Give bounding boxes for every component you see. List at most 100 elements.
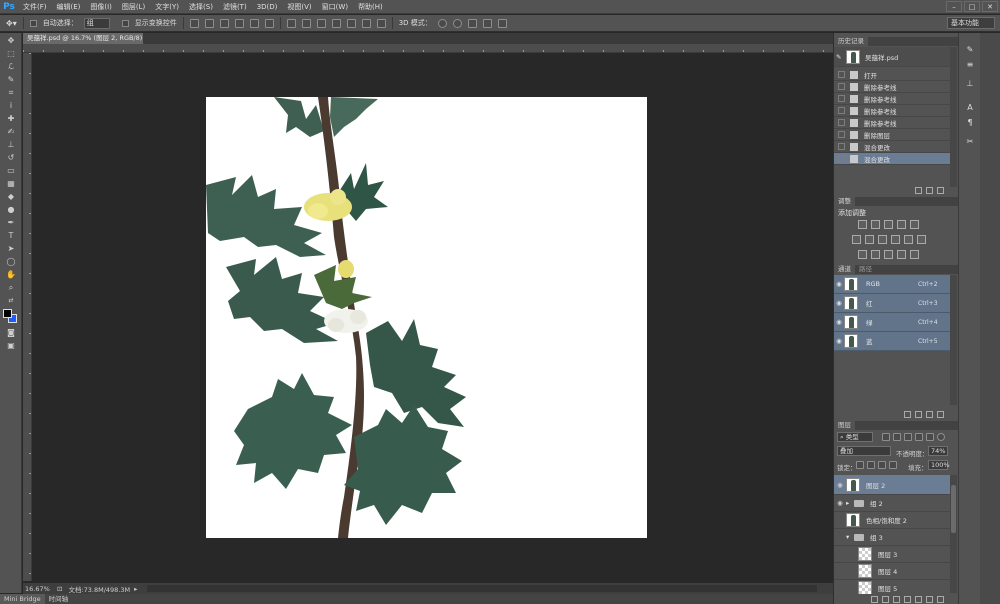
history-brush-tool-icon[interactable]: ↺ xyxy=(5,153,17,163)
move-tool-icon[interactable]: ✥▾ xyxy=(6,19,17,28)
distribute-top-icon[interactable] xyxy=(286,18,296,28)
move-tool-icon[interactable]: ✥ xyxy=(5,36,17,46)
trash-icon[interactable] xyxy=(937,410,944,418)
load-selection-icon[interactable] xyxy=(904,410,911,418)
channel-row-blue[interactable]: ◉ 蓝 Ctrl+5 xyxy=(834,332,950,351)
gradient-map-icon[interactable] xyxy=(897,250,906,259)
tab-timeline[interactable]: 时间轴 xyxy=(45,594,73,604)
filter-toggle-icon[interactable] xyxy=(937,433,945,441)
document-tab[interactable]: 吴蕴祥.psd @ 16.7% (图层 2, RGB/8) * × xyxy=(23,33,143,53)
fx-icon[interactable] xyxy=(882,595,889,603)
3d-drag-icon[interactable] xyxy=(467,18,477,28)
layer-row-group[interactable]: ▾ 组 3 xyxy=(834,529,950,546)
auto-select-dropdown[interactable]: 组 xyxy=(83,17,110,29)
layer-row[interactable]: 图层 3 xyxy=(834,546,950,563)
history-snapshot-row[interactable]: ✎ 吴蕴祥.psd xyxy=(834,47,950,67)
eraser-tool-icon[interactable]: ▭ xyxy=(5,166,17,176)
trash-icon[interactable] xyxy=(937,186,944,194)
eye-icon[interactable]: ◉ xyxy=(834,481,846,489)
healing-brush-tool-icon[interactable]: ✚ xyxy=(5,114,17,124)
hand-tool-icon[interactable]: ✋ xyxy=(5,270,17,280)
close-icon[interactable]: ✕ xyxy=(982,1,998,12)
eye-icon[interactable]: ◉ xyxy=(834,318,844,326)
screen-mode-icon[interactable]: ▣ xyxy=(5,341,17,351)
snapshot-camera-icon[interactable] xyxy=(926,186,933,194)
tool-presets-icon[interactable]: ✂ xyxy=(964,137,976,147)
menu-filter[interactable]: 滤镜(T) xyxy=(218,0,252,14)
history-item[interactable]: 混合更改 xyxy=(834,141,950,153)
filter-adjustment-icon[interactable] xyxy=(893,433,901,441)
tab-adjustments[interactable]: 调整 xyxy=(834,197,855,206)
layer-row-group[interactable]: ◉ ▸ 组 2 xyxy=(834,495,950,512)
zoom-level[interactable]: 16.67% xyxy=(23,585,51,593)
opacity-field[interactable]: 74% xyxy=(928,446,948,456)
align-vcenter-icon[interactable] xyxy=(204,18,214,28)
status-menu-icon[interactable]: ⊡ xyxy=(57,585,62,593)
exposure-icon[interactable] xyxy=(897,220,906,229)
vibrance-icon[interactable] xyxy=(910,220,919,229)
history-source-checkbox[interactable] xyxy=(838,83,845,90)
channels-scrollbar[interactable] xyxy=(950,275,957,405)
lock-transparent-icon[interactable] xyxy=(856,461,864,469)
invert-icon[interactable] xyxy=(858,250,867,259)
align-top-icon[interactable] xyxy=(189,18,199,28)
eye-icon[interactable]: ◉ xyxy=(834,337,844,345)
foreground-color-swatch[interactable] xyxy=(3,309,12,318)
swap-colors-icon[interactable]: ⇄ xyxy=(5,296,17,306)
menu-file[interactable]: 文件(F) xyxy=(18,0,52,14)
layer-row[interactable]: 图层 4 xyxy=(834,563,950,580)
history-source-checkbox[interactable] xyxy=(838,131,845,138)
channel-row-red[interactable]: ◉ 红 Ctrl+3 xyxy=(834,294,950,313)
clone-stamp-tool-icon[interactable]: ⊥ xyxy=(5,140,17,150)
status-arrow-icon[interactable]: ▸ xyxy=(134,585,137,593)
tab-mini-bridge[interactable]: Mini Bridge xyxy=(0,594,45,604)
3d-scale-icon[interactable] xyxy=(497,18,507,28)
menu-help[interactable]: 帮助(H) xyxy=(353,0,388,14)
blend-mode-dropdown[interactable]: 叠加 xyxy=(837,446,891,456)
posterize-icon[interactable] xyxy=(871,250,880,259)
workspace-dropdown[interactable]: 基本功能 xyxy=(947,17,995,29)
tab-channels[interactable]: 通道 xyxy=(834,265,855,274)
crop-tool-icon[interactable]: ⌗ xyxy=(5,88,17,98)
filter-shape-icon[interactable] xyxy=(915,433,923,441)
new-group-icon[interactable] xyxy=(915,595,922,603)
3d-roll-icon[interactable] xyxy=(452,18,462,28)
menu-view[interactable]: 视图(V) xyxy=(282,0,316,14)
expand-arrow-icon[interactable]: ▸ xyxy=(846,499,854,507)
history-scrollbar[interactable] xyxy=(950,47,957,187)
layer-row-adjustment[interactable]: 色相/饱和度 2 xyxy=(834,512,950,529)
3d-rotate-icon[interactable] xyxy=(437,18,447,28)
show-transform-checkbox[interactable] xyxy=(121,19,129,27)
fill-field[interactable]: 100% xyxy=(928,460,950,470)
horizontal-scrollbar[interactable] xyxy=(147,585,818,592)
levels-icon[interactable] xyxy=(871,220,880,229)
color-swatches[interactable] xyxy=(0,309,22,325)
photo-filter-icon[interactable] xyxy=(891,235,900,244)
filter-type-icon[interactable] xyxy=(904,433,912,441)
layer-filter-dropdown[interactable]: ⌕ 类型 xyxy=(837,432,873,442)
new-document-from-state-icon[interactable] xyxy=(915,186,922,194)
auto-select-checkbox[interactable] xyxy=(29,19,37,27)
type-tool-icon[interactable]: T xyxy=(5,231,17,241)
gradient-tool-icon[interactable]: ▦ xyxy=(5,179,17,189)
auto-align-icon[interactable] xyxy=(376,18,386,28)
history-item[interactable]: 删除参考线 xyxy=(834,105,950,117)
menu-layer[interactable]: 图层(L) xyxy=(117,0,150,14)
history-item[interactable]: 删除图层 xyxy=(834,129,950,141)
lock-position-icon[interactable] xyxy=(878,461,886,469)
zoom-tool-icon[interactable]: ⌕ xyxy=(5,283,17,293)
tab-layers[interactable]: 图层 xyxy=(834,421,855,430)
history-source-checkbox[interactable] xyxy=(838,155,845,162)
selective-color-icon[interactable] xyxy=(910,250,919,259)
collapse-arrow-icon[interactable]: ▾ xyxy=(846,533,854,541)
new-adjustment-layer-icon[interactable] xyxy=(904,595,911,603)
history-item[interactable]: 删除参考线 xyxy=(834,117,950,129)
layer-row-selected[interactable]: ◉ 图层 2 xyxy=(834,475,950,495)
history-item[interactable]: 打开 xyxy=(834,69,950,81)
color-balance-icon[interactable] xyxy=(865,235,874,244)
clone-source-icon[interactable]: ⊥ xyxy=(964,79,976,89)
history-item[interactable]: 删除参考线 xyxy=(834,93,950,105)
distribute-bottom-icon[interactable] xyxy=(316,18,326,28)
history-item[interactable]: 删除参考线 xyxy=(834,81,950,93)
threshold-icon[interactable] xyxy=(884,250,893,259)
